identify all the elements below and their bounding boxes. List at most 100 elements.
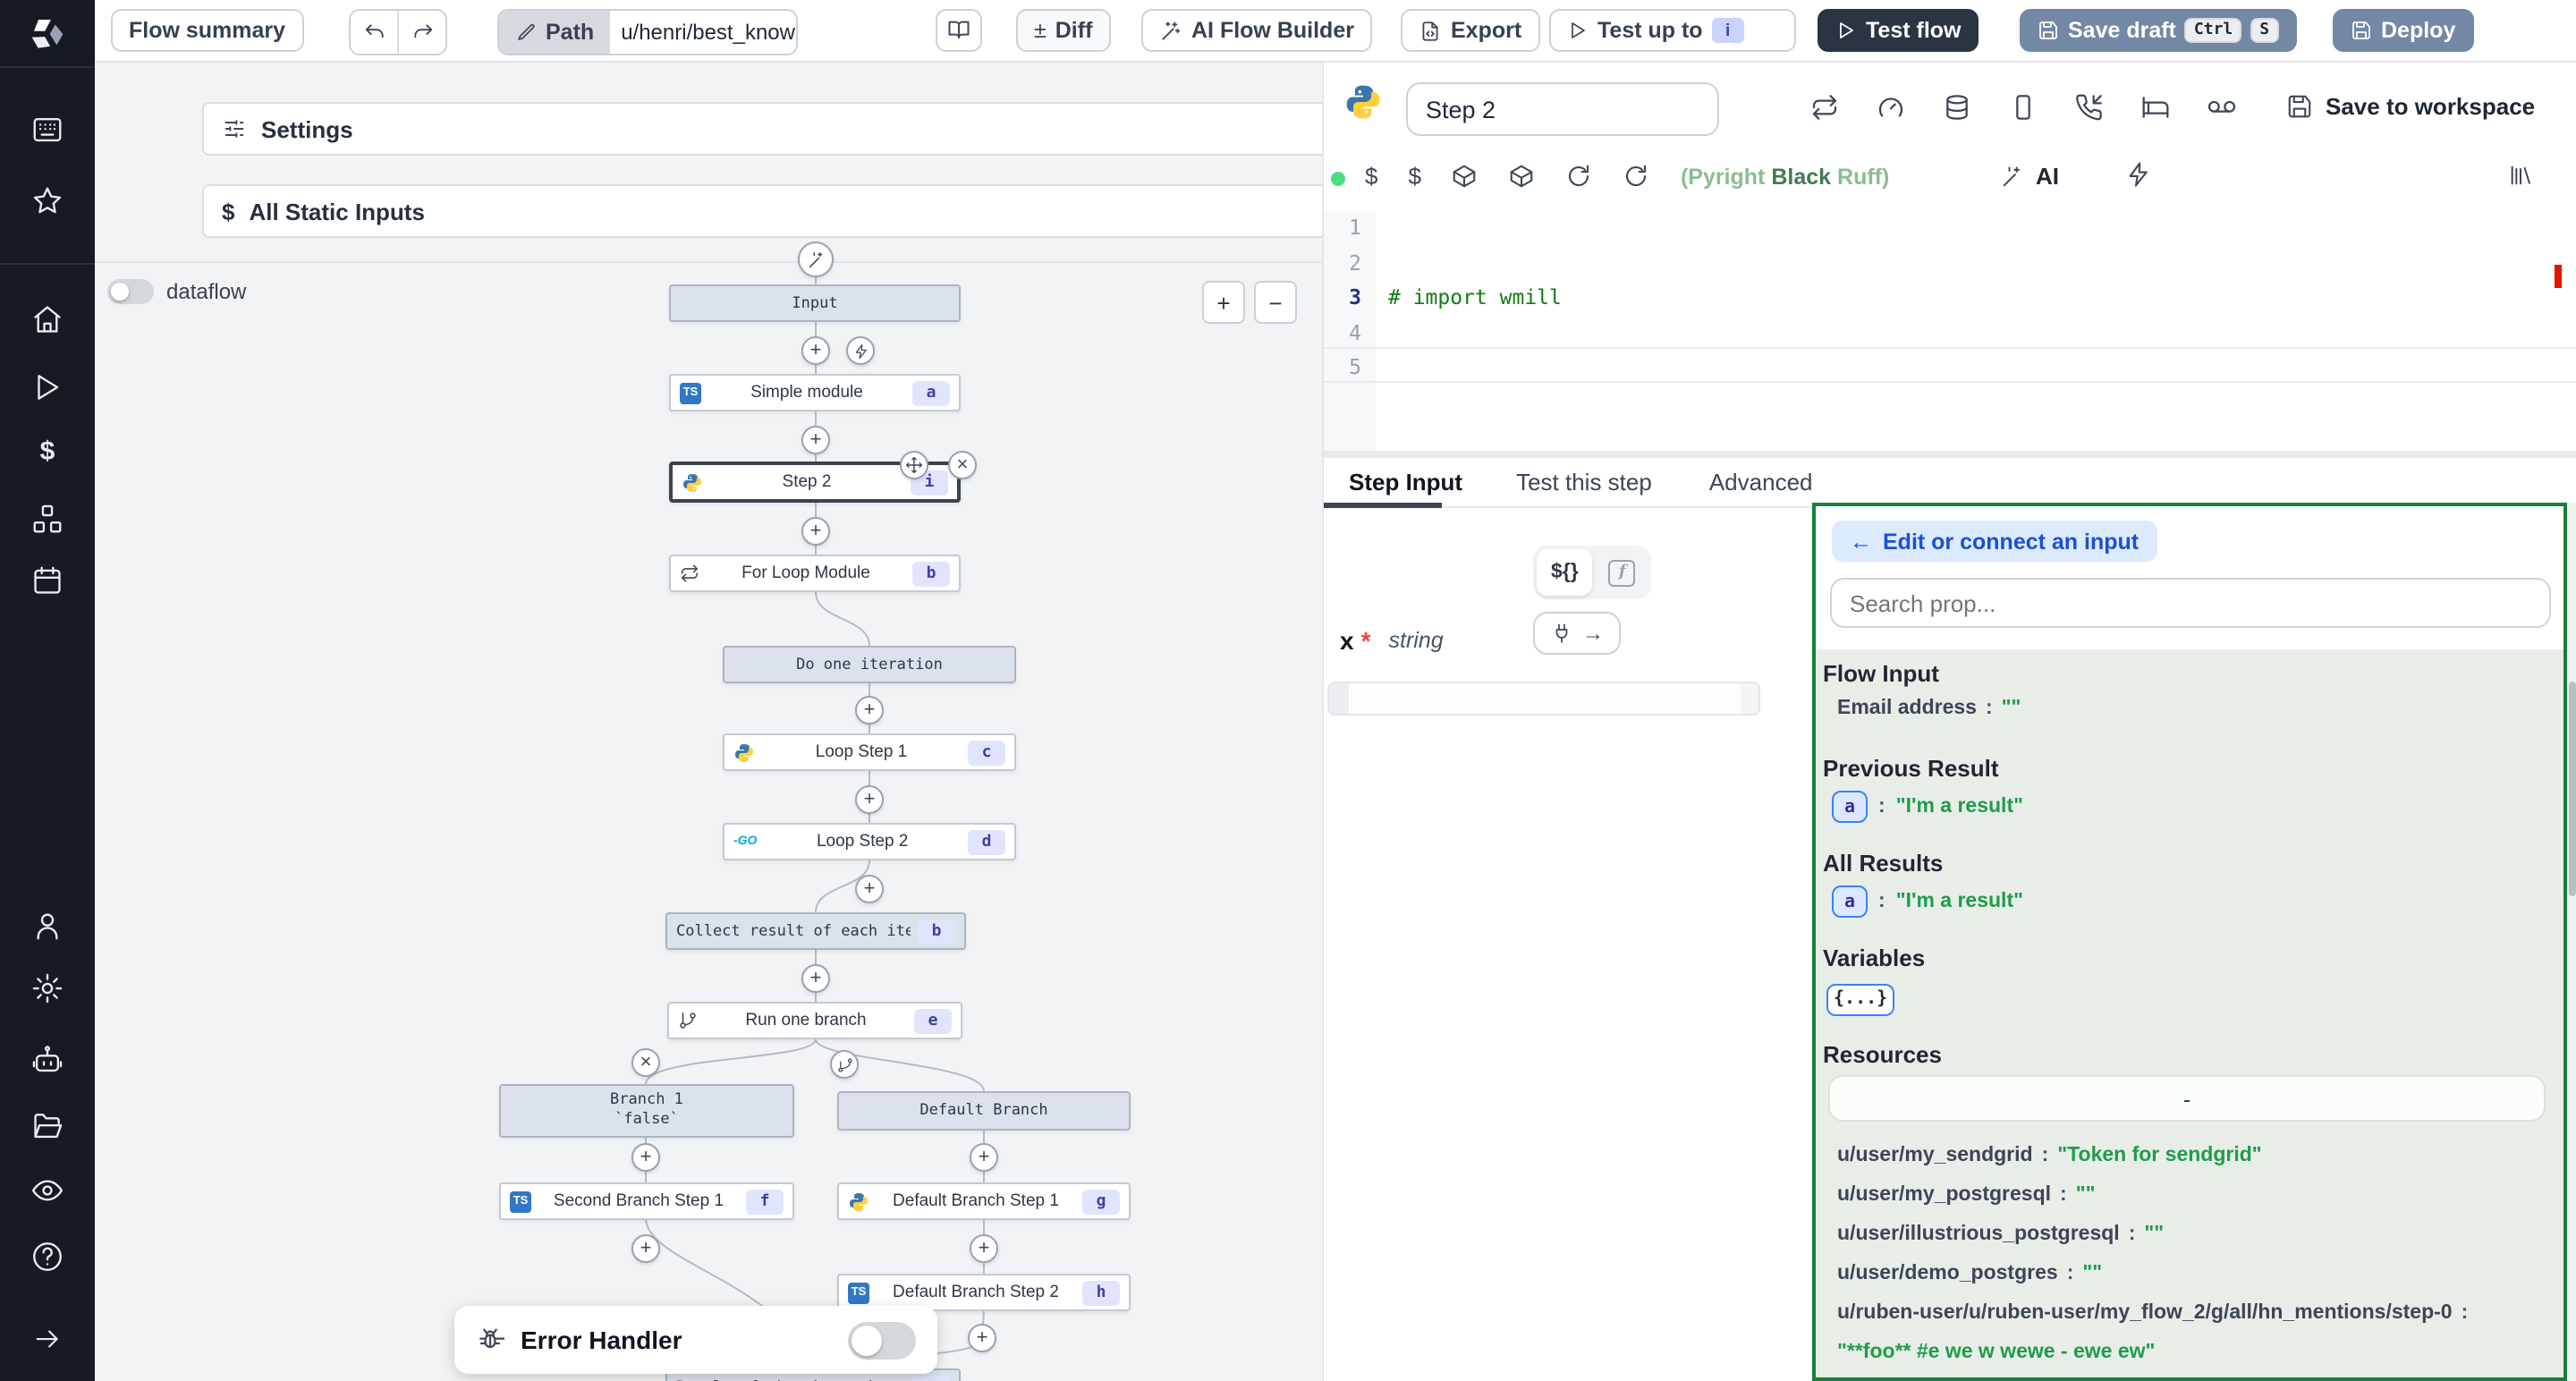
save-to-workspace-button[interactable]: Save to workspace [2286,93,2535,120]
tab-step-input[interactable]: Step Input [1324,469,1487,496]
tab-advanced[interactable]: Advanced [1681,469,1842,496]
sidebar-item-workers[interactable] [30,1043,64,1077]
error-handler-card[interactable]: Error Handler [454,1306,937,1374]
flow-node-second-branch-step-1[interactable]: TS Second Branch Step 1 f [499,1182,794,1220]
add-step-button[interactable]: + [631,1234,660,1263]
sidebar-item-apps[interactable] [30,113,64,147]
code-lines[interactable]: # import wmill def main(x: str): return … [1388,211,1599,451]
cache-icon[interactable] [1810,93,1839,122]
resource-row[interactable]: u/user/demo_postgres : "" [1837,1263,2538,1284]
sidebar-item-schedules[interactable] [30,563,64,597]
redo-button[interactable] [399,21,445,44]
flow-node-default-branch[interactable]: Default Branch [837,1091,1131,1131]
resources-filter-input[interactable]: - [1828,1075,2546,1122]
add-step-button[interactable]: + [968,1324,996,1352]
flow-node-loop-step-2[interactable]: -GO Loop Step 2 d [723,823,1016,860]
add-step-button[interactable]: + [801,517,830,546]
ai-step-suggest-button[interactable] [798,241,834,277]
deploy-button[interactable]: Deploy [2333,9,2473,52]
sleep-icon[interactable] [2141,93,2170,122]
sidebar-item-favorites[interactable] [30,184,64,218]
scrollbar-thumb[interactable] [2569,682,2576,896]
prop-row[interactable]: Email address : "" [1837,698,2021,719]
package-icon[interactable] [1509,163,1536,190]
flow-node-input[interactable]: Input [669,284,961,322]
resource-row[interactable]: u/ruben-user/u/ruben-user/my_flow_2/g/al… [1837,1302,2538,1324]
undo-button[interactable] [351,21,397,44]
remove-branch-button[interactable]: × [631,1048,660,1077]
windmill-logo-icon[interactable] [23,11,70,57]
docs-button[interactable] [936,9,982,52]
tab-test-this-step[interactable]: Test this step [1487,469,1681,496]
add-step-button[interactable]: + [970,1234,998,1263]
prop-row[interactable]: a : "I'm a result" [1832,791,2023,823]
ai-flow-builder-button[interactable]: AI Flow Builder [1141,9,1372,52]
javascript-mode-button[interactable]: f [1597,549,1648,596]
add-trigger-button[interactable] [846,336,875,365]
flow-node-do-one-iteration[interactable]: Do one iteration [723,646,1016,683]
move-step-button[interactable] [900,451,928,479]
add-step-button[interactable]: + [631,1143,660,1172]
variables-chip[interactable]: {...} [1826,980,1894,1015]
sidebar-item-folders[interactable] [30,1109,64,1143]
test-up-to-button[interactable]: Test up to i [1549,9,1796,52]
sidebar-item-runs[interactable] [30,370,64,404]
sidebar-item-users[interactable] [30,909,64,943]
add-step-button[interactable]: + [855,875,884,903]
lint-status[interactable]: (Pyright Black Ruff) [1681,164,1889,189]
flow-node-loop-step-1[interactable]: Loop Step 1 c [723,733,1016,771]
flow-node-branch-1[interactable]: Branch 1 `false` [499,1084,794,1138]
back-to-edit-button[interactable]: ← Edit or connect an input [1832,521,2157,562]
add-step-button[interactable]: + [855,696,884,724]
flow-node-simple-module[interactable]: TS Simple module a [669,374,961,411]
flow-summary-button[interactable]: Flow summary [111,9,303,52]
path-field[interactable]: Path u/henri/best_known [497,9,798,55]
add-step-button[interactable]: + [801,964,830,993]
code-editor[interactable]: 1 2 3 4 5 # import wmill def main(x: str… [1324,211,2576,451]
error-handler-toggle[interactable] [848,1321,916,1359]
test-flow-button[interactable]: Test flow [1818,9,1979,52]
resource-row[interactable]: u/user/illustrious_postgresql : "" [1837,1224,2538,1245]
sidebar-item-variables[interactable]: $ [30,435,64,469]
add-step-button[interactable]: + [801,336,830,365]
sidebar-item-home[interactable] [30,302,64,336]
step-chip[interactable]: a [1832,885,1868,918]
mobile-icon[interactable] [2009,93,2038,122]
add-step-button[interactable]: + [970,1143,998,1172]
resource-row-value[interactable]: "**foo** #e we w wewe - ewe ew" [1837,1342,2538,1363]
zap-button[interactable] [2125,161,2152,197]
sidebar-expand-icon[interactable] [30,1322,64,1356]
connect-input-button[interactable]: → [1533,612,1621,655]
path-value[interactable]: u/henri/best_known [610,11,796,54]
sidebar-item-help[interactable] [30,1240,64,1274]
flow-node-run-one-branch[interactable]: Run one branch e [667,1002,962,1039]
sidebar-item-resources[interactable] [30,503,64,537]
save-draft-button[interactable]: Save draft Ctrl S [2020,9,2296,52]
delete-step-button[interactable]: × [948,451,977,479]
diff-button[interactable]: ± Diff [1016,9,1110,52]
sidebar-item-settings[interactable] [30,971,64,1005]
search-prop-input[interactable] [1830,578,2551,628]
voicemail-icon[interactable] [2207,93,2236,122]
add-step-button[interactable]: + [855,785,884,814]
phone-incoming-icon[interactable] [2075,93,2104,122]
step-name-input[interactable] [1406,82,1719,136]
package-icon[interactable] [1452,163,1479,190]
sidebar-item-audit-logs[interactable] [30,1173,64,1207]
prop-row[interactable]: a : "I'm a result" [1832,885,2023,918]
database-icon[interactable] [1943,93,1971,122]
export-button[interactable]: Export [1401,9,1539,52]
variables-icon[interactable]: $ [1408,163,1420,190]
resource-row[interactable]: u/user/my_postgresql : "" [1837,1184,2538,1206]
ai-button[interactable]: AI [2000,163,2059,190]
reload-icon[interactable] [1566,163,1593,190]
flow-node-for-loop[interactable]: For Loop Module b [669,555,961,592]
template-mode-button[interactable]: ${} [1537,549,1593,596]
flow-node-collect-result[interactable]: Collect result of each iteration b [665,912,966,950]
reload-icon[interactable] [1623,163,1650,190]
resource-row[interactable]: u/user/my_sendgrid : "Token for sendgrid… [1837,1145,2538,1166]
gauge-icon[interactable] [1877,93,1905,122]
add-branch-button[interactable] [830,1050,859,1079]
scrollbar-track[interactable] [2567,503,2576,1381]
arg-value-input[interactable] [1327,682,1760,716]
